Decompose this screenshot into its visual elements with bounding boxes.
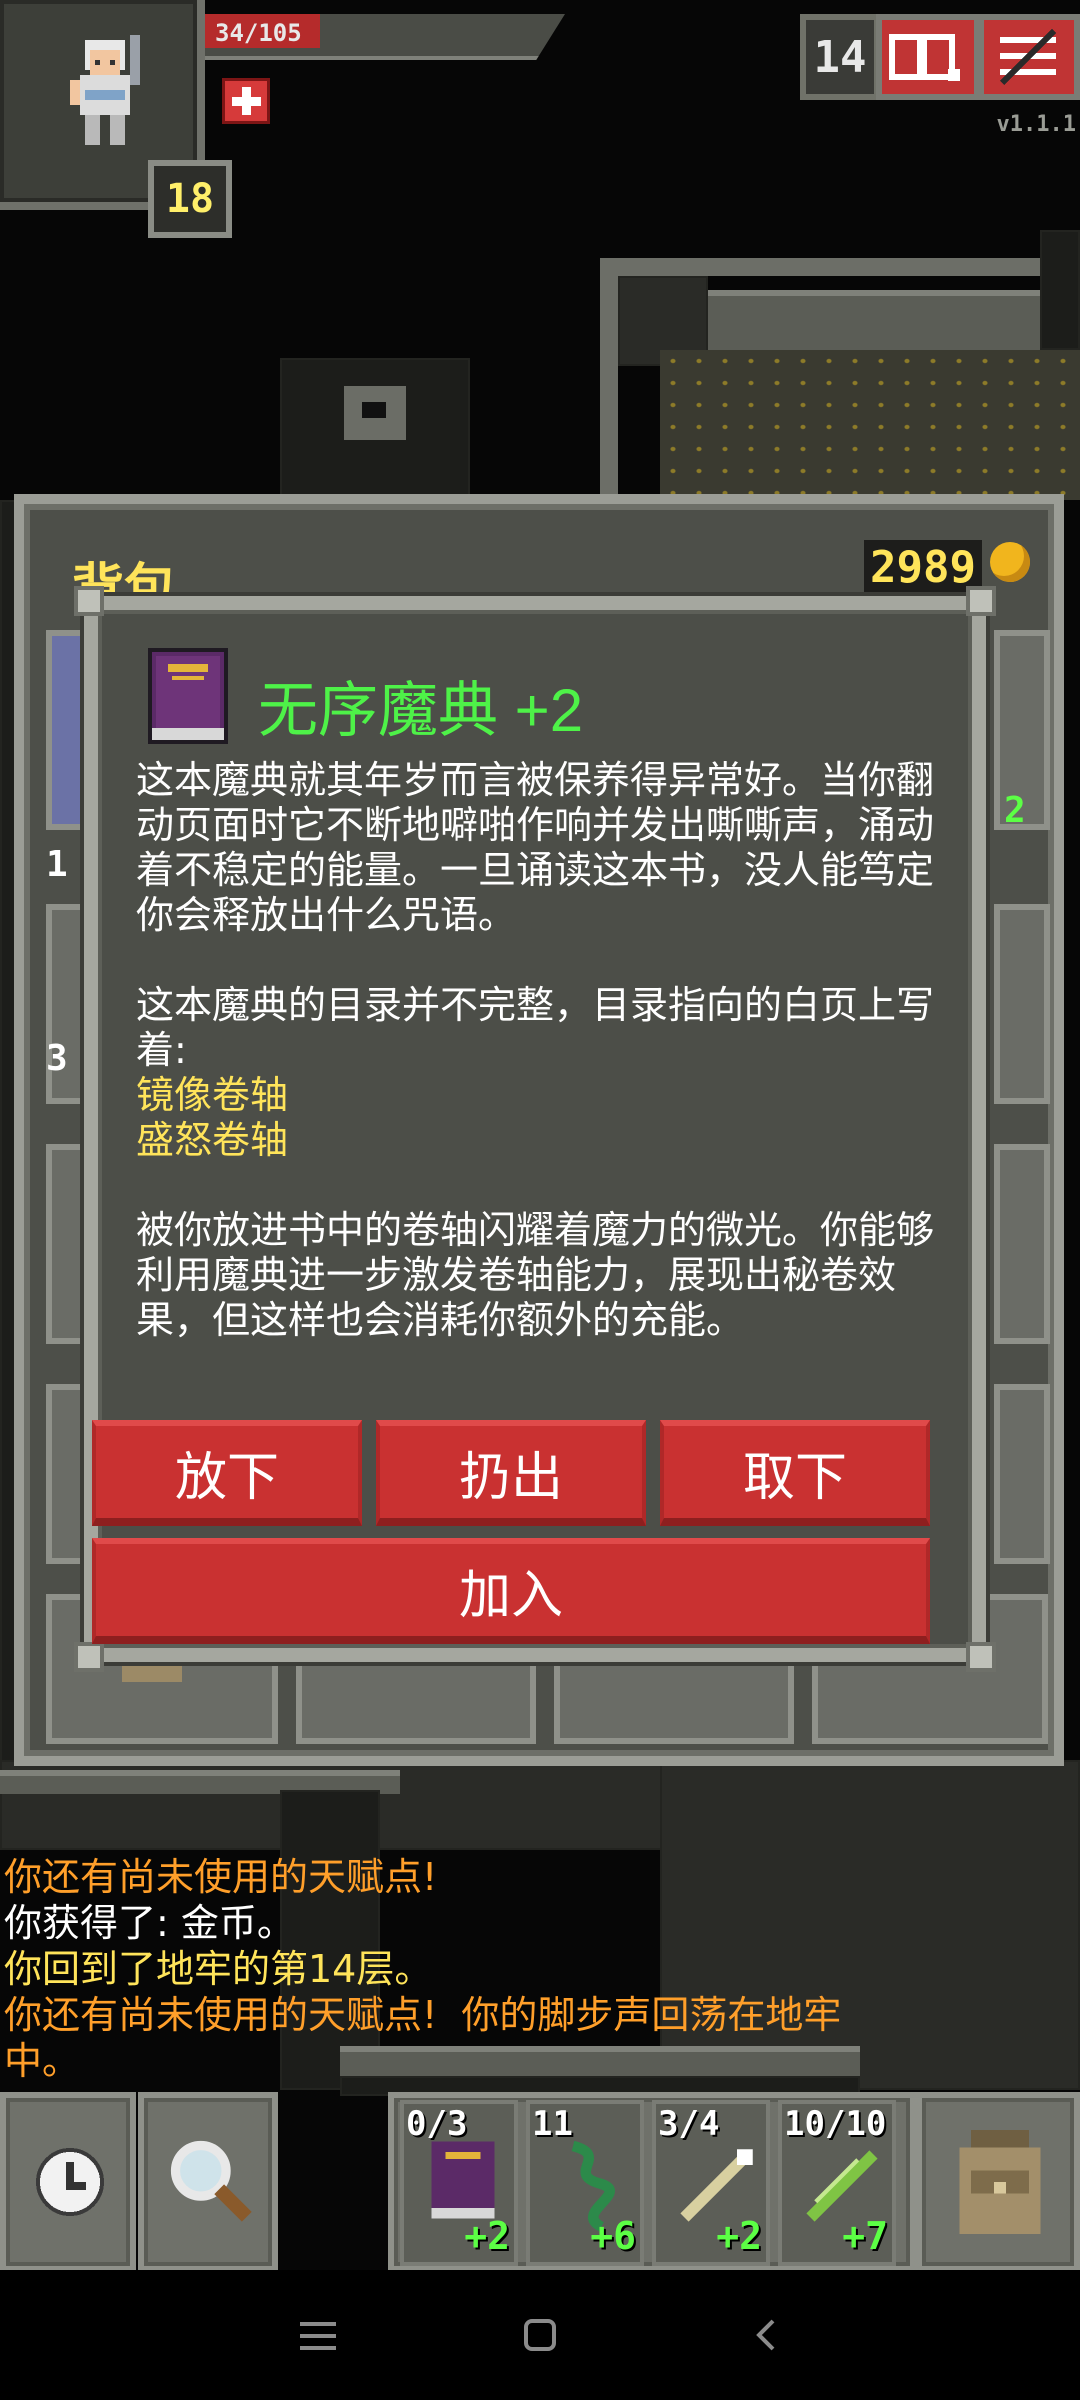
drop-button[interactable]: 放下 [92,1420,362,1526]
log-message: 你还有尚未使用的天赋点! [4,1855,438,1899]
quickslot-charges: 10/10 [784,2104,887,2144]
grimoire-icon [431,2141,495,2219]
square-icon [524,2319,556,2351]
health-text: 34/105 [215,19,302,47]
gold-count: 2989 [864,540,982,595]
inventory-slot[interactable] [994,904,1050,1104]
back-button[interactable] [726,2300,806,2370]
dungeon-depth-indicator[interactable]: 14 [800,14,880,100]
hero-level-badge: 18 [148,160,232,238]
item-description: 这本魔典就其年岁而言被保养得异常好。当你翻动页面时它不断地噼啪作响并发出嘶嘶声，… [136,758,966,1343]
log-message: 你获得了: 金币。 [4,1901,295,1945]
window-corner [74,586,104,616]
magnifier-icon [170,2140,252,2222]
menu-lines-icon [300,2322,336,2350]
clock-icon [36,2148,104,2216]
log-message: 你回到了地牢的第14层。 [4,1947,433,1991]
version-label: v1.1.1 [996,112,1076,137]
slot-level: 2 [1004,790,1026,831]
window-corner [74,1642,104,1672]
health-bar: 34/105 [205,14,565,60]
quickslot[interactable]: 11 +6 [526,2100,644,2266]
home-button[interactable] [500,2300,580,2370]
quickslot[interactable]: 0/3 +2 [400,2100,518,2266]
throw-button[interactable]: 扔出 [376,1420,646,1526]
dungeon-wall [600,258,618,498]
quickslot-level: +2 [464,2214,510,2258]
quickslot[interactable]: 10/10 +7 [778,2100,896,2266]
window-corner [966,586,996,616]
slot-count: 1 [46,844,68,885]
dungeon-door-opening [362,402,386,418]
quickslot[interactable]: 3/4 +2 [652,2100,770,2266]
grimoire-icon [148,648,228,744]
scroll-name: 镜像卷轴 [136,1073,289,1117]
dungeon-grass [660,350,1080,500]
quickslot-charges: 0/3 [406,2104,468,2144]
slot-count: 3 [46,1038,68,1079]
inventory-slot[interactable] [994,1144,1050,1344]
menu-button[interactable] [978,14,1080,100]
search-button[interactable] [138,2092,278,2272]
quickslot-charges: 3/4 [658,2104,720,2144]
inventory-slot[interactable] [994,1384,1050,1564]
description-paragraph: 这本魔典的目录并不完整，目录指向的白页上写着: [136,983,935,1072]
search-journal-icon [889,34,960,81]
scroll-name: 盛怒卷轴 [136,1118,289,1162]
unequip-button[interactable]: 取下 [660,1420,930,1526]
quickslot-level: +6 [590,2214,636,2258]
back-arrow-icon [756,2319,775,2351]
dungeon-wall [600,258,1040,276]
menu-icon [999,28,1057,86]
dungeon-wall [708,290,1048,350]
recent-apps-button[interactable] [278,2300,358,2370]
healing-buff-icon[interactable] [222,78,270,124]
item-info-window: 无序魔典 +2 这本魔典就其年岁而言被保养得异常好。当你翻动页面时它不断地噼啪作… [74,586,996,1672]
quickslot-count: 11 [532,2104,573,2144]
quickslot-level: +2 [716,2214,762,2258]
wait-button[interactable] [0,2092,136,2272]
description-paragraph: 这本魔典就其年岁而言被保养得异常好。当你翻动页面时它不断地噼啪作响并发出嘶嘶声，… [136,758,935,937]
gold-coin-icon [990,542,1030,582]
item-name: 无序魔典 +2 [258,677,584,744]
inventory-button[interactable] [916,2092,1080,2272]
quickslot-level: +7 [842,2214,888,2258]
backpack-icon [959,2130,1041,2234]
window-corner [966,1642,996,1672]
system-navigation-bar [0,2270,1080,2400]
description-paragraph: 被你放进书中的卷轴闪耀着魔力的微光。你能够利用魔典进一步激发卷轴能力，展现出秘卷… [136,1208,935,1342]
hero-sprite [70,35,140,145]
add-button[interactable]: 加入 [92,1538,930,1644]
journal-button[interactable] [876,14,980,100]
dungeon-floor [1040,230,1080,350]
message-log: 你还有尚未使用的天赋点! 你获得了: 金币。 你回到了地牢的第14层。 你还有尚… [4,1854,1074,2084]
log-message: 你还有尚未使用的天赋点! 你的脚步声回荡在地牢中。 [4,1993,842,2083]
